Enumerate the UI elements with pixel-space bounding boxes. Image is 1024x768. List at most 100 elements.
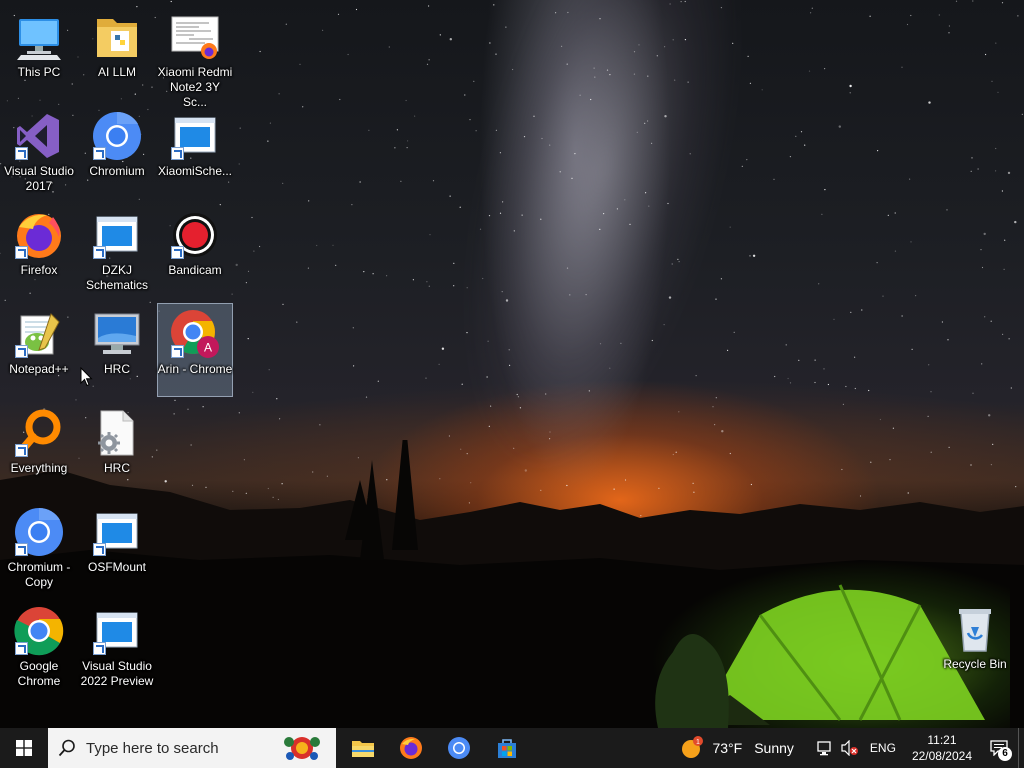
firefox-icon [400, 737, 422, 759]
shortcut-arrow-icon [15, 543, 28, 556]
desktop-icon-label: Chromium [89, 164, 145, 178]
chromium-icon [13, 506, 65, 558]
volume-tray[interactable] [838, 728, 862, 768]
shortcut-arrow-icon [171, 246, 184, 259]
desktop-icon-bandicam[interactable]: Bandicam [157, 204, 233, 298]
search-placeholder: Type here to search [86, 739, 219, 757]
firefox-icon [13, 209, 65, 261]
store-icon [498, 739, 516, 758]
bush [655, 634, 729, 728]
desktop-icon-label: OSFMount [87, 560, 147, 574]
sun-weather-icon: 1 [682, 736, 704, 758]
desktop-icon-label: Google Chrome [17, 659, 61, 688]
volume-muted-icon [841, 740, 858, 756]
taskbar: Type here to search 1 73°F Sunny ENG 11:… [0, 728, 1024, 768]
chrome-icon [13, 605, 65, 657]
clock-date: 22/08/2024 [911, 749, 972, 763]
desktop-icon-hrc-settings[interactable]: HRC [79, 402, 155, 496]
desktop-icon-firefox[interactable]: Firefox [1, 204, 77, 298]
shortcut-arrow-icon [15, 246, 28, 259]
app-window-icon [91, 605, 143, 657]
system-tray: 1 73°F Sunny ENG 11:21 22/08/2024 6 [674, 728, 1024, 768]
clock-time: 11:21 [927, 733, 957, 747]
notification-count-badge: 6 [998, 747, 1012, 761]
desktop-icon-label: HRC [104, 461, 130, 475]
shortcut-arrow-icon [93, 642, 106, 655]
shortcut-arrow-icon [15, 642, 28, 655]
desktop-icon-label: Xiaomi Redmi Note2 3Y Sc... [157, 65, 233, 109]
action-center-button[interactable]: 6 [980, 728, 1018, 768]
desktop-icon-label: Firefox [20, 263, 58, 277]
weather-temperature: 73°F [712, 740, 743, 756]
shortcut-arrow-icon [93, 543, 106, 556]
desktop-icon-label: Bandicam [168, 263, 222, 277]
input-language[interactable]: ENG [862, 741, 904, 755]
shortcut-arrow-icon [93, 147, 106, 160]
shortcut-arrow-icon [15, 345, 28, 358]
this-pc-icon [13, 11, 65, 63]
desktop-icon-osfmount[interactable]: OSFMount [79, 501, 155, 595]
desktop-icon-arin-chrome[interactable]: A Arin - Chrome [157, 303, 233, 397]
desktop-icon-label: Visual Studio 2022 Preview [80, 659, 154, 688]
search-highlight-doodle-icon[interactable] [282, 732, 322, 764]
desktop-icon-label: AI LLM [97, 65, 136, 79]
desktop-icon-ai-llm[interactable]: AI LLM [79, 6, 155, 100]
taskbar-firefox[interactable] [387, 728, 435, 768]
weather-condition: Sunny [754, 740, 794, 756]
monitor-icon [91, 308, 143, 360]
desktop-icon-chromium-copy[interactable]: Chromium - Copy [1, 501, 77, 595]
settings-file-icon [91, 407, 143, 459]
start-button[interactable] [0, 728, 48, 768]
shortcut-arrow-icon [15, 444, 28, 457]
chromium-icon [448, 737, 470, 759]
show-desktop-button[interactable] [1018, 728, 1024, 768]
recycle-bin-icon [949, 603, 1001, 655]
taskbar-clock[interactable]: 11:21 22/08/2024 [904, 732, 980, 764]
notepad-plus-plus-icon [13, 308, 65, 360]
shortcut-arrow-icon [171, 147, 184, 160]
taskbar-chromium[interactable] [435, 728, 483, 768]
desktop-icon-vs-2022-preview[interactable]: Visual Studio 2022 Preview [79, 600, 155, 694]
search-icon [58, 739, 75, 757]
pdf-document-icon [169, 11, 221, 63]
desktop-icon-label: DZKJ Schematics [85, 263, 149, 292]
recycle-bin[interactable]: Recycle Bin [937, 598, 1013, 692]
network-tray[interactable] [814, 728, 838, 768]
shortcut-arrow-icon [171, 345, 184, 358]
desktop-icon-label: Chromium - Copy [7, 560, 71, 589]
desktop-icon-label: XiaomiSche... [157, 164, 233, 178]
network-icon [817, 741, 831, 756]
shortcut-arrow-icon [93, 246, 106, 259]
desktop-icon-dzkj-schematics[interactable]: DZKJ Schematics [79, 204, 155, 298]
chrome-profile-icon: A [169, 308, 221, 360]
desktop-icon-xiaomi-sche[interactable]: XiaomiSche... [157, 105, 233, 199]
taskbar-file-explorer[interactable] [339, 728, 387, 768]
app-window-icon [169, 110, 221, 162]
taskbar-search-box[interactable]: Type here to search [48, 728, 336, 768]
folder-icon [91, 11, 143, 63]
desktop-icon-google-chrome[interactable]: Google Chrome [1, 600, 77, 694]
desktop-icon-label: Notepad++ [9, 362, 69, 376]
desktop-icon-label: Everything [10, 461, 68, 475]
everything-search-icon [13, 407, 65, 459]
desktop-icon-this-pc[interactable]: This PC [1, 6, 77, 100]
weather-widget[interactable]: 1 73°F Sunny [674, 728, 803, 768]
recycle-bin-label: Recycle Bin [943, 657, 1007, 671]
taskbar-microsoft-store[interactable] [483, 728, 531, 768]
desktop-icon-visual-studio-2017[interactable]: Visual Studio 2017 [1, 105, 77, 199]
visual-studio-icon [13, 110, 65, 162]
app-window-icon [91, 209, 143, 261]
desktop-icon-label: Arin - Chrome [157, 362, 233, 376]
weather-alert-count: 1 [697, 739, 701, 746]
desktop-icon-xiaomi-redmi[interactable]: Xiaomi Redmi Note2 3Y Sc... [157, 6, 233, 109]
windows-logo-icon [16, 740, 32, 756]
profile-letter: A [204, 341, 212, 355]
desktop-icon-chromium[interactable]: Chromium [79, 105, 155, 199]
desktop-icon-notepad-pp[interactable]: Notepad++ [1, 303, 77, 397]
mouse-cursor-icon [80, 367, 93, 387]
shortcut-arrow-icon [15, 147, 28, 160]
desktop-icon-everything[interactable]: Everything [1, 402, 77, 496]
desktop-icon-label: This PC [17, 65, 61, 79]
app-window-icon [91, 506, 143, 558]
desktop-icon-label: Visual Studio 2017 [4, 164, 74, 193]
